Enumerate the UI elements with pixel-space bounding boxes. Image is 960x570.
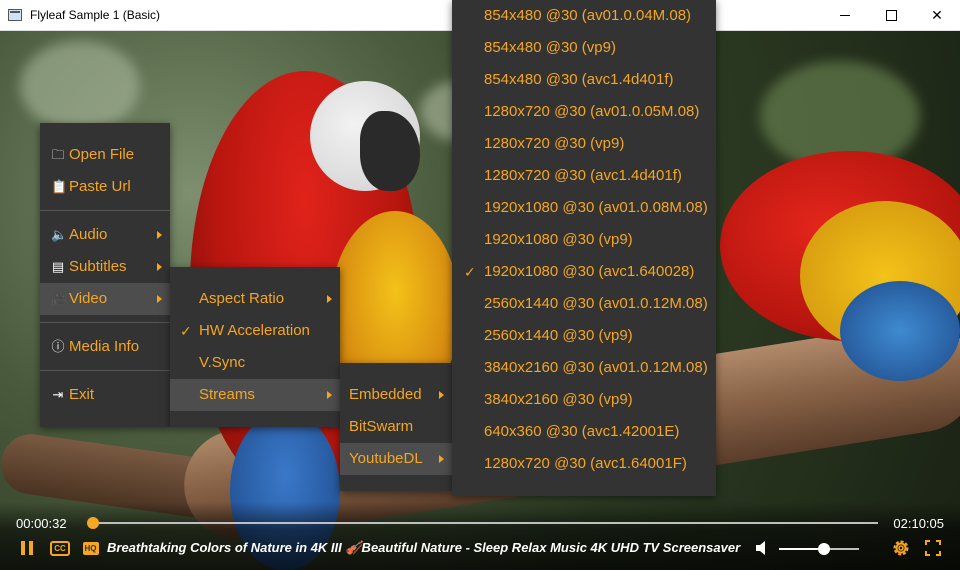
stream-option[interactable]: 1920x1080 @30 (vp9) bbox=[452, 224, 716, 256]
menu-item-exit[interactable]: ⇥ Exit bbox=[40, 379, 170, 411]
context-menu-streams: Embedded BitSwarm YoutubeDL bbox=[340, 363, 452, 491]
volume-slider[interactable] bbox=[779, 543, 859, 555]
stream-option[interactable]: 1280x720 @30 (vp9) bbox=[452, 128, 716, 160]
submenu-arrow-icon bbox=[157, 295, 162, 303]
stream-option[interactable]: 854x480 @30 (av01.0.04M.08) bbox=[452, 0, 716, 32]
menu-item-bitswarm[interactable]: BitSwarm bbox=[340, 411, 452, 443]
stream-option[interactable]: 854x480 @30 (vp9) bbox=[452, 32, 716, 64]
context-menu-youtubedl-streams: 854x480 @30 (av01.0.04M.08) 854x480 @30 … bbox=[452, 0, 716, 496]
settings-button[interactable] bbox=[891, 539, 911, 557]
speaker-icon: 🔈 bbox=[51, 227, 68, 242]
context-menu-main: 🗀 Open File 📋 Paste Url 🔈 Audio ▤ Subtit… bbox=[40, 123, 170, 427]
stream-option[interactable]: 2560x1440 @30 (vp9) bbox=[452, 320, 716, 352]
menu-separator bbox=[40, 210, 170, 211]
stream-option[interactable]: 1280x720 @30 (av01.0.05M.08) bbox=[452, 96, 716, 128]
seek-thumb[interactable] bbox=[87, 517, 100, 529]
menu-item-streams[interactable]: Streams bbox=[170, 379, 340, 411]
media-title: Breathtaking Colors of Nature in 4K III … bbox=[107, 540, 741, 555]
stream-option[interactable]: 1280x720 @30 (avc1.64001F) bbox=[452, 448, 716, 480]
menu-item-video[interactable]: 🎥 Video bbox=[40, 283, 170, 315]
window-title: Flyleaf Sample 1 (Basic) bbox=[30, 8, 161, 22]
minimize-button[interactable] bbox=[822, 0, 868, 30]
menu-separator bbox=[40, 370, 170, 371]
context-menu-video: Aspect Ratio ✓ HW Acceleration V.Sync St… bbox=[170, 267, 340, 427]
folder-icon: 🗀 bbox=[51, 147, 65, 162]
menu-item-aspect-ratio[interactable]: Aspect Ratio bbox=[170, 283, 340, 315]
player-controls: 00:00:32 02:10:05 CC HQ Breathtaking Col… bbox=[0, 502, 960, 570]
fullscreen-icon bbox=[925, 540, 941, 556]
menu-item-hw-acceleration[interactable]: ✓ HW Acceleration bbox=[170, 315, 340, 347]
close-button[interactable]: ✕ bbox=[914, 0, 960, 30]
info-icon: ⓘ bbox=[51, 339, 65, 354]
exit-icon: ⇥ bbox=[52, 387, 64, 402]
clipboard-icon: 📋 bbox=[51, 179, 68, 194]
stream-option-selected[interactable]: ✓ 1920x1080 @30 (avc1.640028) bbox=[452, 256, 716, 288]
menu-item-media-info[interactable]: ⓘ Media Info bbox=[40, 331, 170, 363]
current-time: 00:00:32 bbox=[16, 516, 67, 531]
menu-item-youtubedl[interactable]: YoutubeDL bbox=[340, 443, 452, 475]
submenu-arrow-icon bbox=[157, 231, 162, 239]
menu-item-vsync[interactable]: V.Sync bbox=[170, 347, 340, 379]
stream-option[interactable]: 1280x720 @30 (avc1.4d401f) bbox=[452, 160, 716, 192]
seek-bar[interactable] bbox=[87, 517, 878, 529]
maximize-button[interactable] bbox=[868, 0, 914, 30]
menu-item-subtitles[interactable]: ▤ Subtitles bbox=[40, 251, 170, 283]
checkmark-icon: ✓ bbox=[464, 264, 476, 280]
menu-item-open-file[interactable]: 🗀 Open File bbox=[40, 139, 170, 171]
menu-item-embedded[interactable]: Embedded bbox=[340, 379, 452, 411]
total-time: 02:10:05 bbox=[893, 516, 944, 531]
stream-option[interactable]: 854x480 @30 (avc1.4d401f) bbox=[452, 64, 716, 96]
submenu-arrow-icon bbox=[439, 391, 444, 399]
menu-item-audio[interactable]: 🔈 Audio bbox=[40, 219, 170, 251]
hq-icon: HQ bbox=[82, 541, 99, 555]
submenu-arrow-icon bbox=[157, 263, 162, 271]
fullscreen-button[interactable] bbox=[924, 539, 942, 557]
subtitles-toggle-button[interactable]: CC bbox=[50, 539, 70, 557]
stream-option[interactable]: 3840x2160 @30 (av01.0.12M.08) bbox=[452, 352, 716, 384]
close-icon: ✕ bbox=[931, 6, 943, 23]
menu-item-paste-url[interactable]: 📋 Paste Url bbox=[40, 171, 170, 203]
gear-icon bbox=[893, 540, 909, 556]
menu-separator bbox=[40, 322, 170, 323]
checkmark-icon: ✓ bbox=[180, 323, 192, 339]
pause-icon bbox=[21, 541, 25, 555]
stream-option[interactable]: 2560x1440 @30 (av01.0.12M.08) bbox=[452, 288, 716, 320]
app-window-icon bbox=[8, 9, 22, 21]
volume-thumb[interactable] bbox=[817, 543, 830, 555]
stream-option[interactable]: 1920x1080 @30 (av01.0.08M.08) bbox=[452, 192, 716, 224]
mute-button[interactable] bbox=[755, 539, 773, 557]
submenu-arrow-icon bbox=[327, 295, 332, 303]
cc-icon: CC bbox=[50, 540, 70, 556]
hq-toggle-button[interactable]: HQ bbox=[81, 539, 100, 557]
subtitles-icon: ▤ bbox=[51, 259, 65, 274]
video-camera-icon: 🎥 bbox=[51, 291, 68, 306]
submenu-arrow-icon bbox=[439, 455, 444, 463]
pause-button[interactable] bbox=[19, 539, 35, 557]
stream-option[interactable]: 3840x2160 @30 (vp9) bbox=[452, 384, 716, 416]
stream-option[interactable]: 640x360 @30 (avc1.42001E) bbox=[452, 416, 716, 448]
speaker-icon bbox=[756, 541, 765, 555]
submenu-arrow-icon bbox=[327, 391, 332, 399]
